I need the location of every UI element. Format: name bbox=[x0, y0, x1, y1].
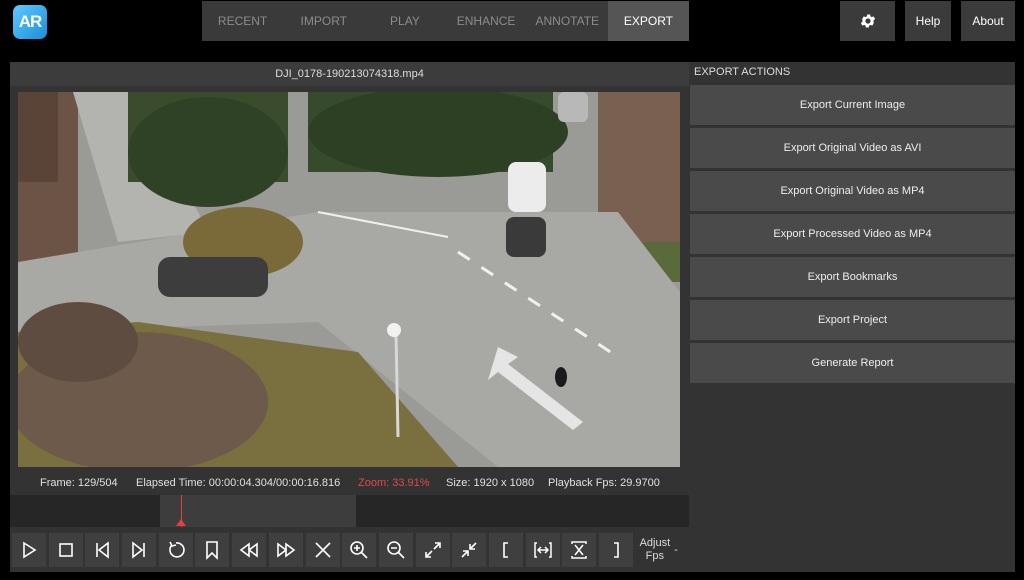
export-project-button[interactable]: Export Project bbox=[690, 300, 1015, 340]
expand-button[interactable] bbox=[415, 533, 450, 567]
timeline-marker[interactable] bbox=[176, 519, 186, 526]
fast-forward-icon bbox=[277, 542, 296, 558]
step-forward-button[interactable] bbox=[122, 533, 157, 567]
timeline-range[interactable] bbox=[160, 495, 356, 527]
stop-icon bbox=[58, 543, 73, 557]
replay-icon bbox=[169, 541, 185, 558]
adjust-fps-line2: Fps bbox=[645, 550, 665, 562]
adjust-fps-button[interactable]: Adjust Fps - bbox=[636, 533, 682, 567]
app-logo-text: AR bbox=[18, 12, 43, 31]
app-logo: AR bbox=[13, 5, 47, 39]
aerial-drone-image bbox=[18, 92, 680, 467]
playback-controls: Adjust Fps - bbox=[10, 531, 689, 569]
mark-out-icon bbox=[614, 542, 619, 558]
zoom-level: Zoom: 33.91% bbox=[358, 477, 430, 489]
settings-button[interactable] bbox=[840, 1, 895, 41]
collapse-icon bbox=[461, 542, 477, 558]
rewind-button[interactable] bbox=[232, 533, 267, 567]
adjust-fps-line1: Adjust bbox=[639, 537, 671, 549]
main-tabs: RECENT IMPORT PLAY ENHANCE ANNOTATE EXPO… bbox=[202, 1, 690, 41]
step-back-icon bbox=[96, 541, 110, 559]
mark-out-button[interactable] bbox=[599, 533, 633, 567]
fit-width-icon bbox=[533, 542, 552, 558]
zoom-out-icon bbox=[387, 541, 405, 559]
bookmark-button[interactable] bbox=[195, 533, 230, 567]
zoom-out-button[interactable] bbox=[378, 533, 413, 567]
bookmark-icon bbox=[206, 541, 219, 560]
video-frame[interactable] bbox=[18, 92, 680, 467]
export-original-avi-button[interactable]: Export Original Video as AVI bbox=[690, 128, 1015, 168]
export-panel: EXPORT ACTIONS Export Current Image Expo… bbox=[689, 62, 1015, 572]
fit-height-button[interactable] bbox=[562, 533, 597, 567]
export-current-image-button[interactable]: Export Current Image bbox=[690, 85, 1015, 125]
collapse-button[interactable] bbox=[452, 533, 487, 567]
export-original-mp4-button[interactable]: Export Original Video as MP4 bbox=[690, 171, 1015, 211]
timeline[interactable] bbox=[10, 495, 689, 527]
mark-in-button[interactable] bbox=[488, 533, 523, 567]
generate-report-button[interactable]: Generate Report bbox=[690, 343, 1015, 383]
zoom-in-icon bbox=[350, 541, 368, 559]
step-forward-icon bbox=[132, 541, 145, 559]
play-icon bbox=[23, 541, 37, 559]
export-actions-header: EXPORT ACTIONS bbox=[694, 66, 791, 78]
stop-button[interactable] bbox=[48, 533, 83, 567]
gear-icon bbox=[860, 14, 875, 28]
video-filename: DJI_0178-190213074318.mp4 bbox=[10, 62, 689, 86]
expand-icon bbox=[424, 542, 441, 558]
fast-forward-button[interactable] bbox=[268, 533, 303, 567]
fit-height-icon bbox=[571, 541, 588, 559]
playback-info-bar: Frame: 129/504 Elapsed Time: 00:00:04.30… bbox=[10, 472, 689, 494]
clear-icon bbox=[314, 542, 331, 558]
video-size: Size: 1920 x 1080 bbox=[446, 477, 535, 489]
clear-button[interactable] bbox=[305, 533, 340, 567]
help-button[interactable]: Help bbox=[905, 1, 951, 41]
rewind-icon bbox=[239, 542, 258, 558]
frame-counter: Frame: 129/504 bbox=[40, 477, 118, 489]
zoom-in-button[interactable] bbox=[342, 533, 377, 567]
about-button[interactable]: About bbox=[961, 1, 1015, 41]
tab-export[interactable]: EXPORT bbox=[607, 1, 690, 41]
step-back-button[interactable] bbox=[85, 533, 120, 567]
export-processed-mp4-button[interactable]: Export Processed Video as MP4 bbox=[690, 214, 1015, 254]
video-panel: DJI_0178-190213074318.mp4 Frame: 129/504… bbox=[10, 62, 689, 572]
mark-in-icon bbox=[503, 542, 508, 558]
replay-button[interactable] bbox=[158, 533, 193, 567]
play-button[interactable] bbox=[12, 533, 46, 567]
tab-import[interactable]: IMPORT bbox=[283, 1, 364, 41]
adjust-fps-suffix: - bbox=[674, 543, 678, 556]
tab-play[interactable]: PLAY bbox=[364, 1, 445, 41]
export-bookmarks-button[interactable]: Export Bookmarks bbox=[690, 257, 1015, 297]
tab-enhance[interactable]: ENHANCE bbox=[446, 1, 527, 41]
fit-width-button[interactable] bbox=[525, 533, 560, 567]
tab-recent[interactable]: RECENT bbox=[202, 1, 283, 41]
elapsed-time: Elapsed Time: 00:00:04.304/00:00:16.816 bbox=[136, 477, 341, 489]
tab-annotate[interactable]: ANNOTATE bbox=[527, 1, 608, 41]
playback-fps: Playback Fps: 29.9700 bbox=[548, 477, 660, 489]
